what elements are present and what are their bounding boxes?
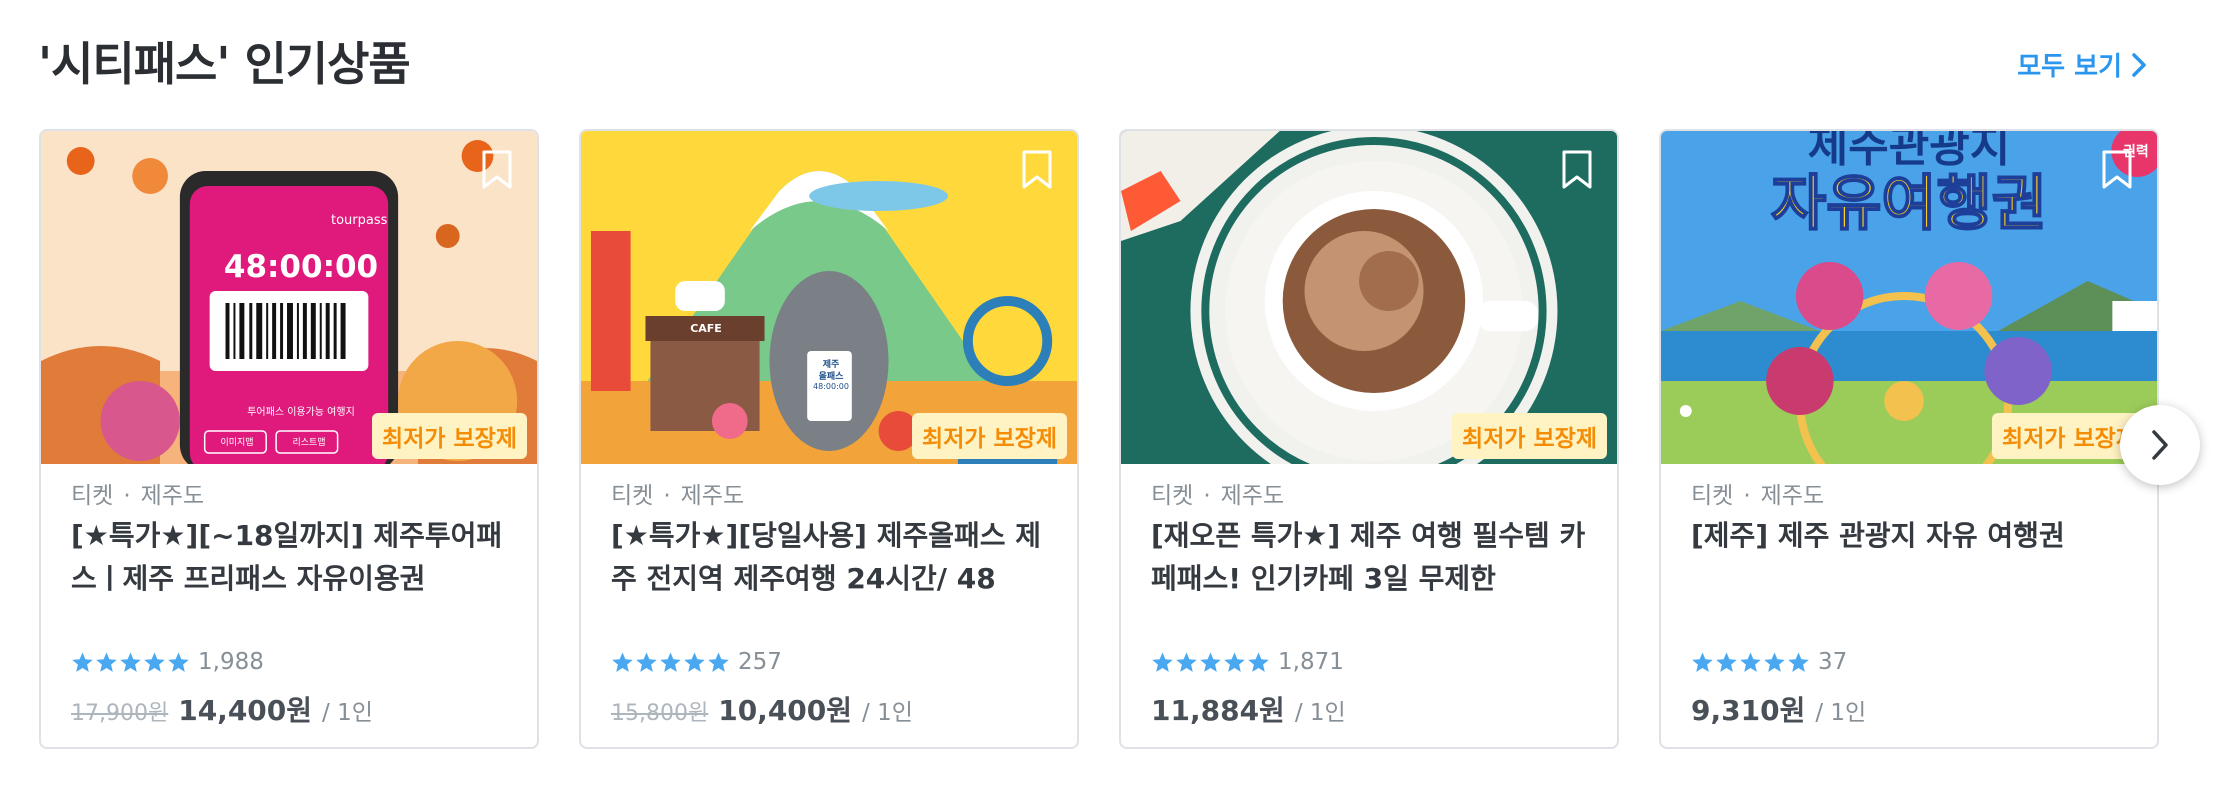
product-title[interactable]: [★특가★][~18일까지] 제주투어패스ㅣ제주 프리패스 자유이용권 — [71, 514, 511, 600]
star-icon — [1692, 651, 1713, 672]
product-card[interactable]: 48:00:00 tourpass 투어패스 이용가능 여행지 이미지맵 리스트… — [39, 129, 539, 749]
view-all-label: 모두 보기 — [2017, 52, 2122, 82]
star-icon — [1716, 651, 1737, 672]
lowest-price-badge: 최저가 보장제 — [912, 413, 1067, 459]
rating-count: 257 — [738, 649, 782, 675]
star-rating — [1151, 651, 1270, 674]
lowest-price-badge: 최저가 보장제 — [1452, 413, 1607, 459]
meta-separator: · — [663, 483, 671, 509]
image-timer: 48:00:00 — [223, 249, 379, 285]
star-icon — [612, 651, 633, 672]
category-label: 티켓 — [1151, 483, 1194, 509]
bookmark-icon[interactable] — [2099, 149, 2135, 191]
product-card[interactable]: 최저가 보장제 티켓 · 제주도 [재오픈 특가★] 제주 여행 필수템 카페패스!… — [1119, 129, 1619, 749]
product-title[interactable]: [재오픈 특가★] 제주 여행 필수템 카페패스! 인기카페 3일 무제한 — [1151, 514, 1591, 600]
star-rating — [1691, 651, 1810, 674]
image-pass-time: 48:00:00 — [813, 382, 849, 391]
product-thumbnail: 최저가 보장제 — [1121, 131, 1617, 464]
price-unit: / 1인 — [1815, 700, 1867, 726]
bookmark-icon[interactable] — [479, 149, 515, 191]
card-meta: 티켓 · 제주도 — [611, 476, 744, 510]
image-headline: 자유여행권 — [1770, 169, 2048, 239]
sale-price: 10,400원 — [718, 694, 853, 727]
product-carousel: 48:00:00 tourpass 투어패스 이용가능 여행지 이미지맵 리스트… — [39, 129, 2225, 751]
image-caption: 투어패스 이용가능 여행지 — [247, 407, 355, 418]
image-button-label: 이미지맵 — [220, 438, 254, 448]
star-icon — [1152, 651, 1173, 672]
price-unit: / 1인 — [1294, 700, 1346, 726]
section-title: '시티패스' 인기상품 — [38, 37, 411, 91]
meta-separator: · — [123, 483, 131, 509]
price-row: 11,884원 / 1인 — [1151, 689, 1346, 729]
rating: 37 — [1691, 649, 1847, 675]
card-meta: 티켓 · 제주도 — [1691, 476, 1824, 510]
product-title[interactable]: [★특가★][당일사용] 제주올패스 제주 전지역 제주여행 24시간/ 48시… — [611, 514, 1051, 600]
product-thumbnail: 제주관광지 자유여행권 권력 최저가 보장제 — [1661, 131, 2157, 464]
view-all-link[interactable]: 모두 보기 — [2017, 46, 2148, 83]
product-card[interactable]: 제주관광지 자유여행권 권력 최저가 보장제 티켓 · 제주도 [제주] 제주 관광… — [1659, 129, 2159, 749]
rating-count: 37 — [1818, 649, 1848, 675]
image-brand: tourpass — [331, 213, 388, 228]
star-icon — [636, 651, 657, 672]
region-label: 제주도 — [1760, 483, 1825, 509]
region-label: 제주도 — [140, 483, 205, 509]
bookmark-icon[interactable] — [1559, 149, 1595, 191]
price-row: 9,310원 / 1인 — [1691, 689, 1866, 729]
category-label: 티켓 — [71, 483, 114, 509]
card-meta: 티켓 · 제주도 — [71, 476, 204, 510]
meta-separator: · — [1743, 483, 1751, 509]
star-icon — [1176, 651, 1197, 672]
star-icon — [96, 651, 117, 672]
star-icon — [72, 651, 93, 672]
star-icon — [1740, 651, 1761, 672]
chevron-right-icon — [2152, 430, 2168, 460]
image-pass-line2: 올패스 — [818, 372, 844, 382]
image-cafe-sign: CAFE — [690, 322, 722, 335]
rating: 1,871 — [1151, 649, 1344, 675]
carousel-next-button[interactable] — [2120, 405, 2200, 485]
star-icon — [684, 651, 705, 672]
product-thumbnail: 48:00:00 tourpass 투어패스 이용가능 여행지 이미지맵 리스트… — [41, 131, 537, 464]
star-rating — [611, 651, 730, 674]
price-row: 17,900원 14,400원 / 1인 — [71, 689, 373, 729]
image-button-label: 리스트맵 — [292, 438, 326, 448]
star-icon — [1248, 651, 1269, 672]
lowest-price-badge: 최저가 보장제 — [372, 413, 527, 459]
chevron-right-icon — [2132, 52, 2146, 77]
star-icon — [1224, 651, 1245, 672]
star-icon — [1788, 651, 1809, 672]
sale-price: 9,310원 — [1691, 694, 1806, 727]
price-unit: / 1인 — [322, 700, 373, 726]
product-card[interactable]: CAFE 제주 올패스 48:00:00 최저가 보장제 티켓 · 제주도 [★특가… — [579, 129, 1079, 749]
rating-count: 1,988 — [198, 649, 264, 675]
card-meta: 티켓 · 제주도 — [1151, 476, 1284, 510]
category-label: 티켓 — [611, 483, 654, 509]
original-price: 15,800원 — [611, 701, 709, 726]
price-row: 15,800원 10,400원 / 1인 — [611, 689, 913, 729]
category-label: 티켓 — [1691, 483, 1734, 509]
meta-separator: · — [1203, 483, 1211, 509]
star-icon — [168, 651, 189, 672]
product-thumbnail: CAFE 제주 올패스 48:00:00 최저가 보장제 — [581, 131, 1077, 464]
original-price: 17,900원 — [71, 701, 169, 726]
star-icon — [1200, 651, 1221, 672]
bookmark-icon[interactable] — [1019, 149, 1055, 191]
region-label: 제주도 — [1220, 483, 1285, 509]
star-icon — [1764, 651, 1785, 672]
product-title[interactable]: [제주] 제주 관광지 자유 여행권 — [1691, 514, 2131, 600]
price-unit: / 1인 — [862, 700, 913, 726]
sale-price: 11,884원 — [1151, 694, 1285, 727]
rating: 257 — [611, 649, 782, 675]
star-icon — [660, 651, 681, 672]
sale-price: 14,400원 — [178, 694, 313, 727]
rating: 1,988 — [71, 649, 264, 675]
star-icon — [120, 651, 141, 672]
image-headline: 제주관광지 — [1807, 131, 2011, 172]
star-rating — [71, 651, 190, 674]
star-icon — [144, 651, 165, 672]
star-icon — [708, 651, 729, 672]
region-label: 제주도 — [680, 483, 745, 509]
rating-count: 1,871 — [1278, 649, 1344, 675]
